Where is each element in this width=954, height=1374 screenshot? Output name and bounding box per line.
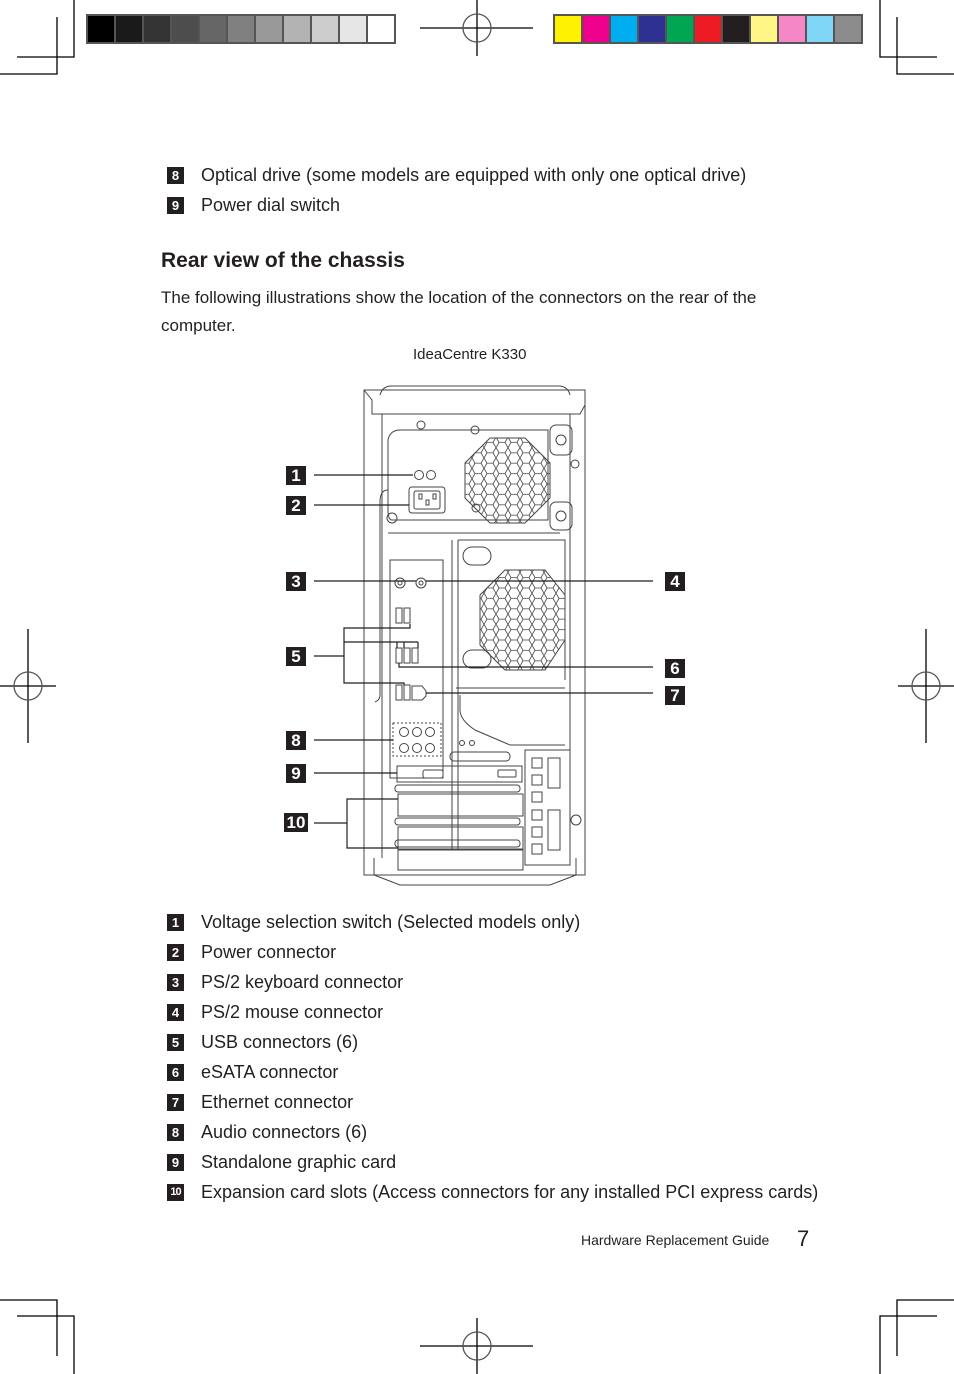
legend-number-badge: 1 [167, 914, 184, 931]
usb-port [403, 684, 411, 701]
registration-mark-right [898, 629, 954, 743]
crop-mark-bottom-left [0, 1299, 58, 1356]
legend-item-text: Audio connectors (6) [201, 1122, 368, 1142]
color-swatch [583, 16, 609, 42]
color-swatch [723, 16, 749, 42]
color-swatch [835, 16, 861, 42]
list-item-text: Optical drive (some models are equipped … [201, 165, 747, 185]
crop-mark-bottom-left-inner [17, 1315, 75, 1374]
legend-item-text: Expansion card slots (Access connectors … [201, 1182, 819, 1202]
legend-number-badge: 8 [167, 1124, 184, 1141]
callout-badge-3: 3 [286, 572, 306, 591]
figure-caption: IdeaCentre K330 [413, 346, 527, 363]
psu-fan-grille [464, 437, 551, 524]
color-swatch [555, 16, 581, 42]
grayscale-swatch [284, 16, 310, 42]
legend-number-badge: 7 [167, 1094, 184, 1111]
crop-mark-top-left-inner [17, 0, 75, 58]
callout-badge-10: 10 [284, 813, 308, 832]
legend-item-text: Standalone graphic card [201, 1152, 397, 1172]
crop-mark-top-right [896, 17, 954, 75]
legend-number-badge: 3 [167, 974, 184, 991]
esata-port [395, 647, 403, 664]
usb-port [411, 647, 419, 664]
legend-number-badge: 10 [167, 1184, 184, 1201]
usb-port [403, 607, 411, 624]
process-color-bar [553, 14, 863, 44]
usb-port [403, 647, 411, 664]
callout-badge-5: 5 [286, 647, 306, 666]
chassis-rear-illustration [314, 385, 653, 886]
crop-mark-bottom-right [896, 1299, 954, 1356]
list-item-text: Power dial switch [201, 195, 341, 215]
registration-mark-bottom [420, 1318, 533, 1374]
callout-badge-2: 2 [286, 496, 306, 515]
color-swatch [695, 16, 721, 42]
callout-badge-8: 8 [286, 731, 306, 750]
legend-number-badge: 2 [167, 944, 184, 961]
vga-port [422, 769, 444, 779]
grayscale-swatch [200, 16, 226, 42]
crop-mark-top-right-inner [879, 0, 937, 58]
callout-badge-7: 7 [665, 686, 685, 705]
voltage-switch [414, 470, 424, 480]
grayscale-swatch [88, 16, 114, 42]
legend-number-badge: 4 [167, 1004, 184, 1021]
section-heading: Rear view of the chassis [161, 249, 405, 272]
grayscale-swatch [116, 16, 142, 42]
legend-item-text: Ethernet connector [201, 1092, 354, 1112]
legend-item-text: PS/2 mouse connector [201, 1002, 384, 1022]
usb-port [395, 607, 403, 624]
footer-title: Hardware Replacement Guide [581, 1232, 770, 1248]
hdmi-port [497, 769, 517, 778]
crop-mark-top-left [0, 17, 58, 75]
legend-number-badge: 9 [167, 1154, 184, 1171]
legend-item-text: Power connector [201, 942, 337, 962]
legend-item-text: PS/2 keyboard connector [201, 972, 404, 992]
registration-mark-left [0, 629, 56, 743]
legend-item-text: USB connectors (6) [201, 1032, 359, 1052]
ps2-keyboard-port [394, 577, 406, 589]
crop-mark-bottom-right-inner [879, 1315, 937, 1374]
usb-port [395, 684, 403, 701]
page-number: 7 [797, 1226, 810, 1251]
io-shield [389, 559, 444, 779]
grayscale-swatch [312, 16, 338, 42]
ps2-mouse-port [415, 577, 427, 589]
callout-badge-1: 1 [286, 466, 306, 485]
list-number-badge: 9 [167, 197, 184, 214]
grayscale-swatch [340, 16, 366, 42]
legend-number-badge: 6 [167, 1064, 184, 1081]
grayscale-swatch [172, 16, 198, 42]
registration-mark-top [420, 0, 533, 56]
graphic-card-bracket [396, 765, 523, 783]
ethernet-port [411, 685, 427, 701]
callout-badge-4: 4 [665, 572, 685, 591]
callout-badge-9: 9 [286, 764, 306, 783]
grayscale-swatch [368, 16, 394, 42]
grayscale-swatch [256, 16, 282, 42]
legend-item-text: eSATA connector [201, 1062, 339, 1082]
list-number-badge: 8 [167, 167, 184, 184]
section-paragraph: The following illustrations show the loc… [161, 288, 757, 335]
color-swatch [667, 16, 693, 42]
callout-badge-6: 6 [665, 659, 685, 678]
color-swatch [779, 16, 805, 42]
color-swatch [611, 16, 637, 42]
legend-number-badge: 5 [167, 1034, 184, 1051]
grayscale-swatch [228, 16, 254, 42]
system-fan-grille [479, 569, 566, 671]
grayscale-color-bar [86, 14, 396, 44]
color-swatch [807, 16, 833, 42]
grayscale-swatch [144, 16, 170, 42]
color-swatch [639, 16, 665, 42]
color-swatch [751, 16, 777, 42]
legend-item-text: Voltage selection switch (Selected model… [201, 912, 581, 932]
